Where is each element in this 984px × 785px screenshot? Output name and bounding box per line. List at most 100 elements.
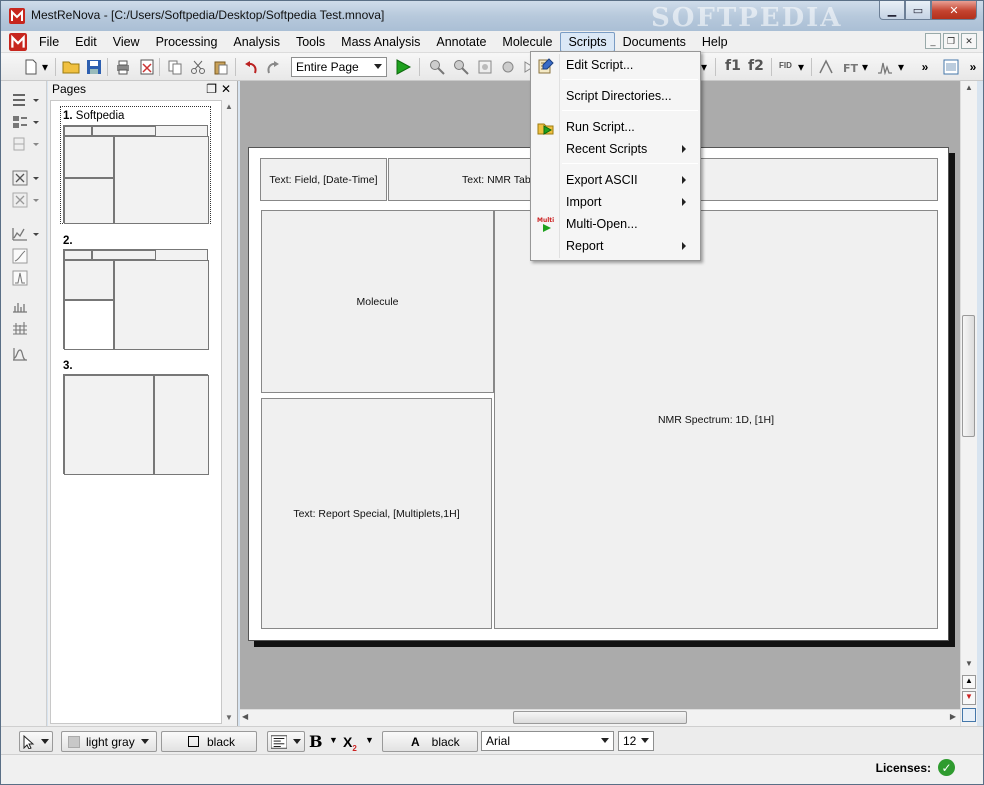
minimize-button[interactable]: ▁ bbox=[879, 1, 905, 20]
menu-file[interactable]: File bbox=[31, 32, 67, 52]
list-tool-icon[interactable] bbox=[11, 91, 41, 109]
toolbar-overflow-icon[interactable]: » bbox=[915, 57, 935, 77]
menu-item-run-script[interactable]: Run Script... bbox=[533, 117, 698, 138]
font-color-select[interactable]: A black bbox=[382, 731, 478, 752]
fill-color-select[interactable]: light gray bbox=[61, 731, 157, 752]
text-align-button[interactable] bbox=[267, 731, 305, 752]
mdi-close-button[interactable]: ✕ bbox=[961, 33, 977, 49]
page-down-icon[interactable]: ▼ bbox=[962, 691, 976, 705]
bold-button[interactable]: B bbox=[309, 732, 323, 751]
pointer-tool-button[interactable] bbox=[19, 731, 53, 752]
menu-item-export-ascii[interactable]: Export ASCII bbox=[533, 170, 698, 191]
bold-dropdown-icon[interactable]: ▼ bbox=[329, 735, 338, 745]
select-tool-icon[interactable] bbox=[11, 169, 41, 187]
molecule-box[interactable]: Molecule bbox=[261, 210, 494, 393]
zoom-out-icon[interactable] bbox=[451, 57, 471, 77]
horizontal-scroll-thumb[interactable] bbox=[513, 711, 687, 724]
redo-icon[interactable] bbox=[263, 57, 283, 77]
line-color-select[interactable]: black bbox=[161, 731, 257, 752]
f2-button[interactable]: f2 bbox=[748, 58, 764, 74]
fid-dropdown-icon[interactable]: ▾ bbox=[795, 57, 807, 77]
ft-dropdown-icon[interactable]: ▾ bbox=[859, 57, 871, 77]
font-size-select[interactable]: 12 bbox=[618, 731, 654, 751]
menu-tools[interactable]: Tools bbox=[288, 32, 333, 52]
menu-item-report[interactable]: Report bbox=[533, 236, 698, 257]
transform-tool-icon[interactable] bbox=[11, 191, 41, 209]
page-view-icon[interactable] bbox=[962, 708, 976, 722]
title-bar: MestReNova - [C:/Users/Softpedia/Desktop… bbox=[1, 1, 983, 33]
mestrenova-menu-icon[interactable] bbox=[9, 32, 27, 51]
menu-bar: File Edit View Processing Analysis Tools… bbox=[1, 31, 983, 53]
menu-item-edit-script[interactable]: Edit Script... bbox=[533, 55, 698, 76]
close-panel-icon[interactable]: ✕ bbox=[221, 82, 231, 96]
page-thumb-3[interactable] bbox=[63, 374, 209, 475]
close-button[interactable]: ✕ bbox=[931, 1, 977, 20]
licenses-label: Licenses: bbox=[875, 761, 931, 775]
menu-item-import[interactable]: Import bbox=[533, 192, 698, 213]
vertical-scroll-thumb[interactable] bbox=[962, 315, 975, 437]
pan-icon[interactable] bbox=[498, 57, 518, 77]
subscript-dropdown-icon[interactable]: ▼ bbox=[365, 735, 374, 745]
zoom-fit-icon[interactable] bbox=[475, 57, 495, 77]
cut-icon[interactable] bbox=[188, 57, 208, 77]
license-ok-icon[interactable]: ✓ bbox=[938, 759, 955, 776]
new-document-icon[interactable] bbox=[21, 57, 41, 77]
menu-edit[interactable]: Edit bbox=[67, 32, 105, 52]
ft-icon[interactable]: FT bbox=[840, 57, 860, 77]
report-special-box[interactable]: Text: Report Special, [Multiplets,1H] bbox=[261, 398, 492, 629]
fill-color-swatch bbox=[68, 735, 80, 748]
grid-tool-icon[interactable] bbox=[11, 135, 41, 153]
multiplet-tool-icon[interactable] bbox=[11, 297, 41, 315]
copy-icon[interactable] bbox=[165, 57, 185, 77]
print-icon[interactable] bbox=[113, 57, 133, 77]
spectrum-tool-icon[interactable] bbox=[11, 225, 41, 243]
workspace-horizontal-scrollbar[interactable]: ◀ ▶ bbox=[240, 709, 960, 726]
menu-mass-analysis[interactable]: Mass Analysis bbox=[333, 32, 428, 52]
peak-dropdown-icon[interactable]: ▾ bbox=[895, 57, 907, 77]
menu-processing[interactable]: Processing bbox=[148, 32, 226, 52]
zoom-select[interactable]: Entire Page bbox=[291, 57, 387, 77]
align-tool-icon[interactable] bbox=[11, 113, 41, 131]
mdi-restore-button[interactable]: ❐ bbox=[943, 33, 959, 49]
menu-item-recent-scripts[interactable]: Recent Scripts bbox=[533, 139, 698, 160]
menu-view[interactable]: View bbox=[105, 32, 148, 52]
page-thumb-2[interactable] bbox=[63, 249, 209, 350]
zoom-in-icon[interactable] bbox=[427, 57, 447, 77]
toolbar-overflow-right-icon[interactable]: » bbox=[963, 57, 983, 77]
undo-icon[interactable] bbox=[241, 57, 261, 77]
float-panel-icon[interactable]: ❐ bbox=[206, 82, 217, 96]
maximize-button[interactable]: ▭ bbox=[905, 1, 931, 20]
f1-button[interactable]: f1 bbox=[725, 58, 741, 74]
phase-icon[interactable] bbox=[816, 57, 836, 77]
export-pdf-icon[interactable] bbox=[137, 57, 157, 77]
fid-button[interactable]: FID bbox=[779, 61, 792, 70]
new-dropdown-icon[interactable]: ▾ bbox=[39, 57, 51, 77]
stack-tool-icon[interactable] bbox=[11, 319, 41, 337]
page-up-icon[interactable]: ▲ bbox=[962, 675, 976, 689]
paste-icon[interactable] bbox=[211, 57, 231, 77]
menu-scripts[interactable]: Scripts bbox=[560, 31, 615, 52]
subscript-button[interactable]: X2 bbox=[343, 734, 357, 753]
menu-analysis[interactable]: Analysis bbox=[225, 32, 288, 52]
mdi-minimize-button[interactable]: _ bbox=[925, 33, 941, 49]
integral-tool-icon[interactable] bbox=[11, 247, 41, 265]
peak-tool-icon[interactable] bbox=[11, 269, 41, 287]
open-folder-icon[interactable] bbox=[61, 57, 81, 77]
run-green-icon[interactable] bbox=[393, 57, 413, 77]
menu-help[interactable]: Help bbox=[694, 32, 736, 52]
pages-scrollbar[interactable]: ▲ ▼ bbox=[222, 100, 236, 724]
menu-item-script-directories[interactable]: Script Directories... bbox=[533, 86, 698, 107]
menu-annotate[interactable]: Annotate bbox=[428, 32, 494, 52]
layout-icon[interactable] bbox=[941, 57, 961, 77]
text-field-box[interactable]: Text: Field, [Date-Time] bbox=[260, 158, 387, 201]
peak-pick-icon[interactable] bbox=[875, 57, 895, 77]
save-icon[interactable] bbox=[84, 57, 104, 77]
fid-tool-icon[interactable] bbox=[11, 345, 41, 363]
font-name-select[interactable]: Arial bbox=[481, 731, 614, 751]
menu-item-multi-open[interactable]: Multi Multi-Open... bbox=[533, 214, 698, 235]
nmr-spectrum-box[interactable]: NMR Spectrum: 1D, [1H] bbox=[494, 210, 938, 629]
menu-molecule[interactable]: Molecule bbox=[494, 32, 560, 52]
menu-documents[interactable]: Documents bbox=[615, 32, 694, 52]
page-thumb-1[interactable] bbox=[63, 125, 209, 224]
workspace-vertical-scrollbar[interactable]: ▲ ▼ ▲ ▼ bbox=[960, 81, 977, 726]
